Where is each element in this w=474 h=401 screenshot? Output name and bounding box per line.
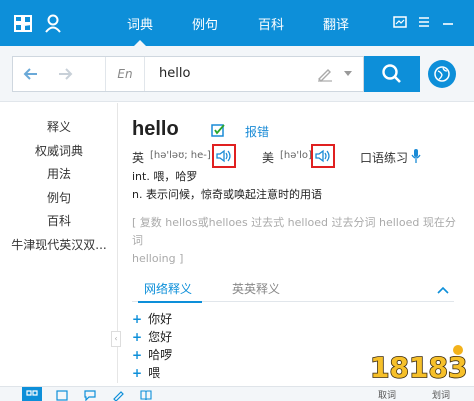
- tab-english-english[interactable]: 英英释义: [232, 280, 280, 297]
- sidebar-item-oxford[interactable]: 牛津现代英汉双...: [0, 235, 118, 255]
- language-selector[interactable]: En: [105, 57, 145, 91]
- tab-translate[interactable]: 翻译: [316, 14, 356, 36]
- forward-arrow-icon[interactable]: [55, 64, 75, 84]
- uk-label: 英: [132, 151, 145, 165]
- sidebar-item-definition[interactable]: 释义: [0, 117, 118, 137]
- speaker-icon: [315, 149, 330, 163]
- sidebar: 释义 权威词典 用法 例句 百科 牛津现代英汉双... ‹: [0, 103, 121, 383]
- globe-icon: [434, 66, 450, 82]
- oral-practice-link[interactable]: 口语练习: [360, 149, 408, 166]
- top-bar: 词典 例句 百科 翻译: [0, 0, 474, 46]
- bottom-toolbar: 取词 划词: [0, 386, 474, 401]
- menu-icon[interactable]: [416, 14, 432, 30]
- search-row: En hello: [0, 46, 474, 102]
- site-watermark-logo: 18183: [369, 345, 468, 384]
- pen-icon[interactable]: [112, 389, 124, 401]
- app-logo-icon[interactable]: [12, 12, 34, 34]
- chat-icon[interactable]: [84, 389, 96, 401]
- tab-encyclopedia[interactable]: 百科: [251, 14, 291, 36]
- app-home-icon[interactable]: [22, 387, 42, 401]
- us-phonetic: [hə'lo]: [280, 150, 312, 161]
- definitions: int. 喂，哈罗 n. 表示问候，惊奇或唤起注意时的用语: [132, 168, 322, 204]
- us-label: 美: [262, 151, 275, 165]
- select-word-toggle[interactable]: 划词: [432, 388, 450, 401]
- headword: hello: [132, 118, 179, 140]
- handwriting-icon[interactable]: [316, 65, 334, 83]
- web-meaning: 你好: [148, 312, 173, 326]
- word-forms-line: helloing ]: [132, 252, 184, 265]
- meaning-tabs: 网络释义 英英释义: [132, 278, 454, 303]
- report-error-link[interactable]: 报错: [245, 123, 269, 140]
- tab-web-meaning[interactable]: 网络释义: [137, 280, 203, 303]
- list-item: + 您好: [132, 330, 173, 344]
- word-forms-line: [ 复数 hellos或helloes 过去式 helloed 过去分词 hel…: [132, 216, 456, 247]
- web-meaning: 您好: [148, 330, 173, 344]
- chevron-up-icon[interactable]: [437, 286, 449, 294]
- uk-speaker-button[interactable]: [212, 144, 236, 168]
- definition-line: n. 表示问候，惊奇或唤起注意时的用语: [132, 188, 322, 201]
- capture-word-toggle[interactable]: 取词: [378, 388, 396, 401]
- speaker-icon: [216, 149, 231, 163]
- back-arrow-icon[interactable]: [21, 64, 41, 84]
- tab-dictionary[interactable]: 词典: [120, 14, 160, 46]
- user-icon[interactable]: [44, 13, 62, 33]
- minimize-icon[interactable]: [440, 14, 456, 30]
- list-item: + 哈啰: [132, 348, 173, 362]
- tab-examples[interactable]: 例句: [185, 14, 225, 36]
- collapse-sidebar-icon[interactable]: ‹: [111, 331, 121, 347]
- microphone-icon[interactable]: [411, 148, 421, 164]
- sidebar-item-examples[interactable]: 例句: [0, 188, 118, 208]
- list-item: + 你好: [132, 312, 173, 326]
- skin-icon[interactable]: [392, 14, 408, 30]
- word-forms: [ 复数 hellos或helloes 过去式 helloed 过去分词 hel…: [132, 214, 458, 268]
- online-translate-button[interactable]: [428, 60, 456, 88]
- book-icon[interactable]: [140, 389, 152, 401]
- web-meaning: 哈啰: [148, 348, 173, 362]
- dropdown-arrow-icon[interactable]: [344, 71, 352, 76]
- calendar-icon[interactable]: [56, 389, 68, 401]
- list-item: + 喂: [132, 366, 161, 380]
- web-meaning: 喂: [148, 366, 161, 380]
- search-input[interactable]: hello: [159, 57, 190, 91]
- svg-text:18183: 18183: [370, 351, 467, 384]
- sidebar-item-encyclopedia[interactable]: 百科: [0, 211, 118, 231]
- search-icon: [382, 64, 401, 83]
- definition-line: int. 喂，哈罗: [132, 170, 198, 183]
- sidebar-item-authoritative-dictionary[interactable]: 权威词典: [0, 141, 118, 161]
- sidebar-item-usage[interactable]: 用法: [0, 164, 118, 184]
- uk-phonetic: [hə'ləʊ; he-]: [150, 150, 211, 161]
- us-speaker-button[interactable]: [311, 144, 335, 168]
- search-box[interactable]: En hello: [12, 56, 364, 92]
- search-button[interactable]: [364, 56, 420, 92]
- add-to-wordbook-icon[interactable]: [211, 124, 227, 138]
